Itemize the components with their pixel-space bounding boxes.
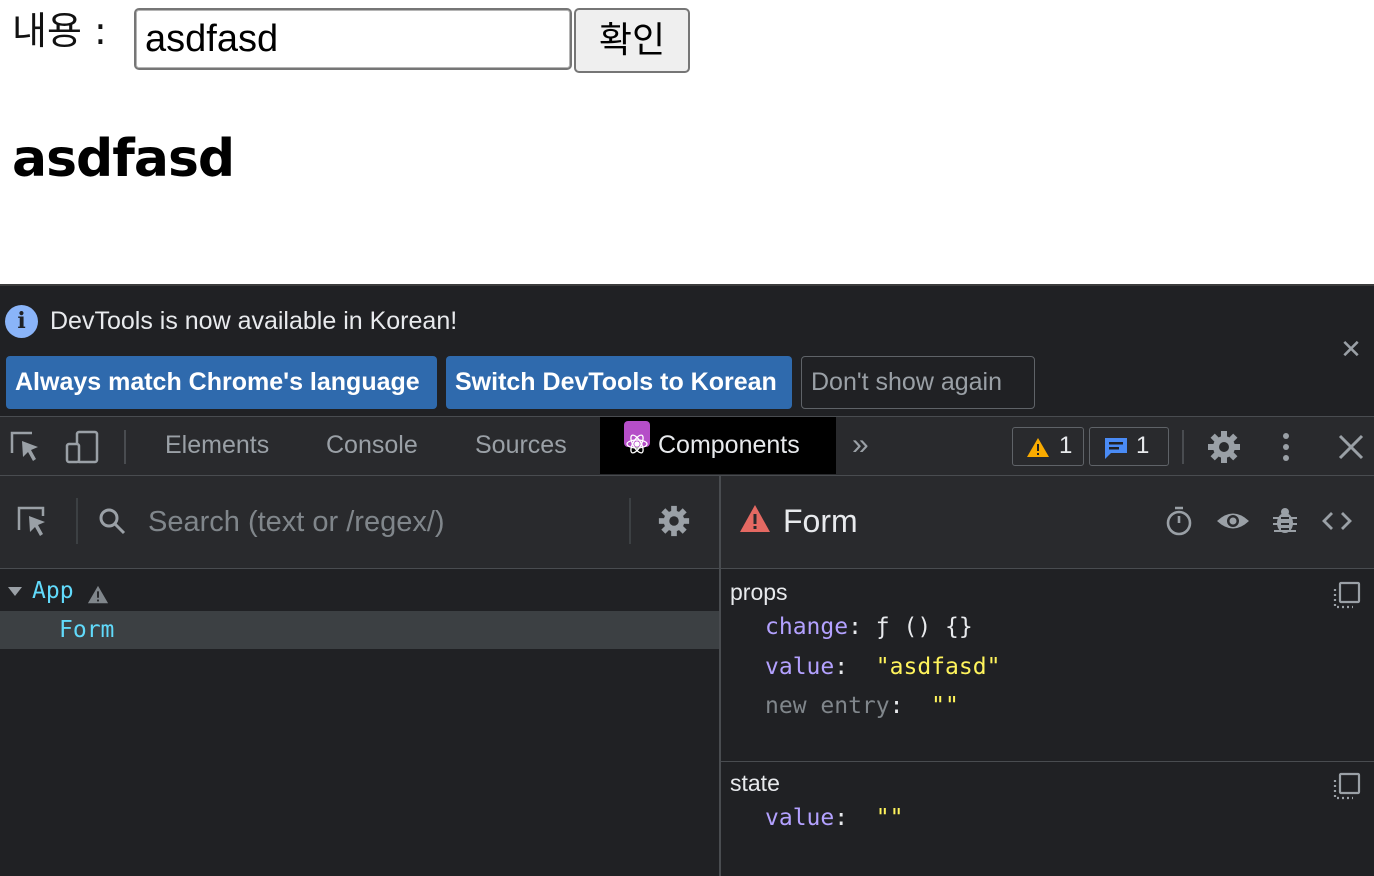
infobar-message: DevTools is now available in Korean! — [50, 307, 458, 335]
copy-icon[interactable] — [1331, 581, 1361, 611]
expand-caret-icon[interactable] — [8, 587, 22, 596]
inspect-element-icon[interactable] — [8, 429, 44, 465]
view-source-icon[interactable] — [1322, 506, 1352, 536]
props-section: props change: ƒ () {} value: "asdfasd" n… — [721, 571, 1374, 762]
tab-components-label: Components — [658, 431, 800, 459]
state-title: state — [730, 770, 780, 796]
result-heading: asdfasd — [12, 129, 235, 189]
tab-elements[interactable]: Elements — [165, 417, 269, 474]
inspector-header: Form — [721, 476, 1374, 569]
state-value-row[interactable]: value: "" — [765, 800, 904, 836]
tree-node-app[interactable]: App — [0, 572, 719, 610]
inspected-component-name: Form — [783, 503, 858, 539]
messages-count: 1 — [1136, 432, 1150, 459]
confirm-button[interactable]: 확인 — [574, 8, 690, 73]
state-value[interactable]: "" — [876, 805, 904, 831]
warning-icon — [87, 580, 109, 604]
component-search-bar: Search (text or /regex/) — [0, 476, 719, 569]
prop-change[interactable]: change: ƒ () {} — [765, 609, 973, 645]
copy-icon[interactable] — [1331, 772, 1361, 802]
component-tree-panel: Search (text or /regex/) App Form — [0, 476, 719, 876]
toolbar-divider — [1182, 430, 1184, 464]
content-form: 내용 : 확인 — [12, 8, 690, 74]
content-label: 내용 : — [12, 9, 107, 53]
dont-show-again-button[interactable]: Don't show again — [801, 356, 1035, 409]
warnings-count: 1 — [1059, 432, 1073, 459]
messages-counter[interactable]: 1 — [1089, 427, 1169, 466]
info-icon: i — [5, 305, 38, 338]
search-icon — [97, 506, 127, 536]
prop-new-entry[interactable]: new entry: "" — [765, 688, 959, 724]
search-input[interactable]: Search (text or /regex/) — [148, 500, 445, 544]
error-warning-icon — [739, 504, 771, 534]
prop-value: ƒ () {} — [875, 614, 973, 640]
warnings-counter[interactable]: 1 — [1012, 427, 1084, 466]
always-match-language-button[interactable]: Always match Chrome's language — [6, 356, 437, 409]
tab-components[interactable]: Components — [600, 417, 836, 474]
language-infobar: i DevTools is now available in Korean! A… — [0, 286, 1374, 416]
component-settings-gear-icon[interactable] — [657, 504, 691, 538]
eye-icon[interactable] — [1216, 506, 1250, 536]
content-input[interactable] — [134, 8, 572, 70]
warning-icon — [1026, 435, 1050, 459]
search-divider — [76, 498, 78, 544]
react-logo-icon — [624, 421, 650, 454]
search-divider — [629, 498, 631, 544]
switch-to-korean-button[interactable]: Switch DevTools to Korean — [446, 356, 792, 409]
tree-node-form[interactable]: Form — [0, 611, 719, 649]
close-icon[interactable]: ✕ — [1338, 336, 1364, 362]
prop-key: change — [765, 614, 849, 640]
tree-node-label: Form — [59, 617, 115, 643]
app-page: 내용 : 확인 asdfasd — [0, 0, 1374, 285]
prop-key[interactable]: new entry — [765, 693, 890, 719]
props-title: props — [730, 579, 788, 605]
bug-icon[interactable] — [1270, 506, 1300, 536]
toolbar-divider — [124, 430, 126, 464]
tab-console[interactable]: Console — [326, 417, 418, 474]
devtools-panel: i DevTools is now available in Korean! A… — [0, 284, 1374, 876]
close-devtools-icon[interactable] — [1333, 429, 1369, 465]
more-tabs-icon[interactable]: » — [852, 429, 882, 465]
select-component-icon[interactable] — [15, 504, 51, 540]
state-section: state value: "" — [721, 762, 1374, 876]
tab-sources[interactable]: Sources — [475, 417, 567, 474]
component-inspector: Form props change: ƒ () {} value: "asdfa… — [721, 476, 1374, 876]
more-options-icon[interactable] — [1268, 429, 1304, 465]
tree-node-label: App — [32, 578, 74, 604]
prop-value[interactable]: "asdfasd" — [876, 654, 1001, 680]
message-icon — [1103, 435, 1127, 459]
prop-value-row[interactable]: value: "asdfasd" — [765, 649, 1000, 685]
stopwatch-icon[interactable] — [1164, 506, 1194, 536]
prop-key: value — [765, 654, 835, 680]
settings-gear-icon[interactable] — [1206, 429, 1242, 465]
device-toolbar-icon[interactable] — [64, 429, 100, 465]
devtools-tabbar: Elements Console Sources Components » 1 … — [0, 416, 1374, 476]
prop-value[interactable]: "" — [931, 693, 959, 719]
state-key: value — [765, 805, 835, 831]
